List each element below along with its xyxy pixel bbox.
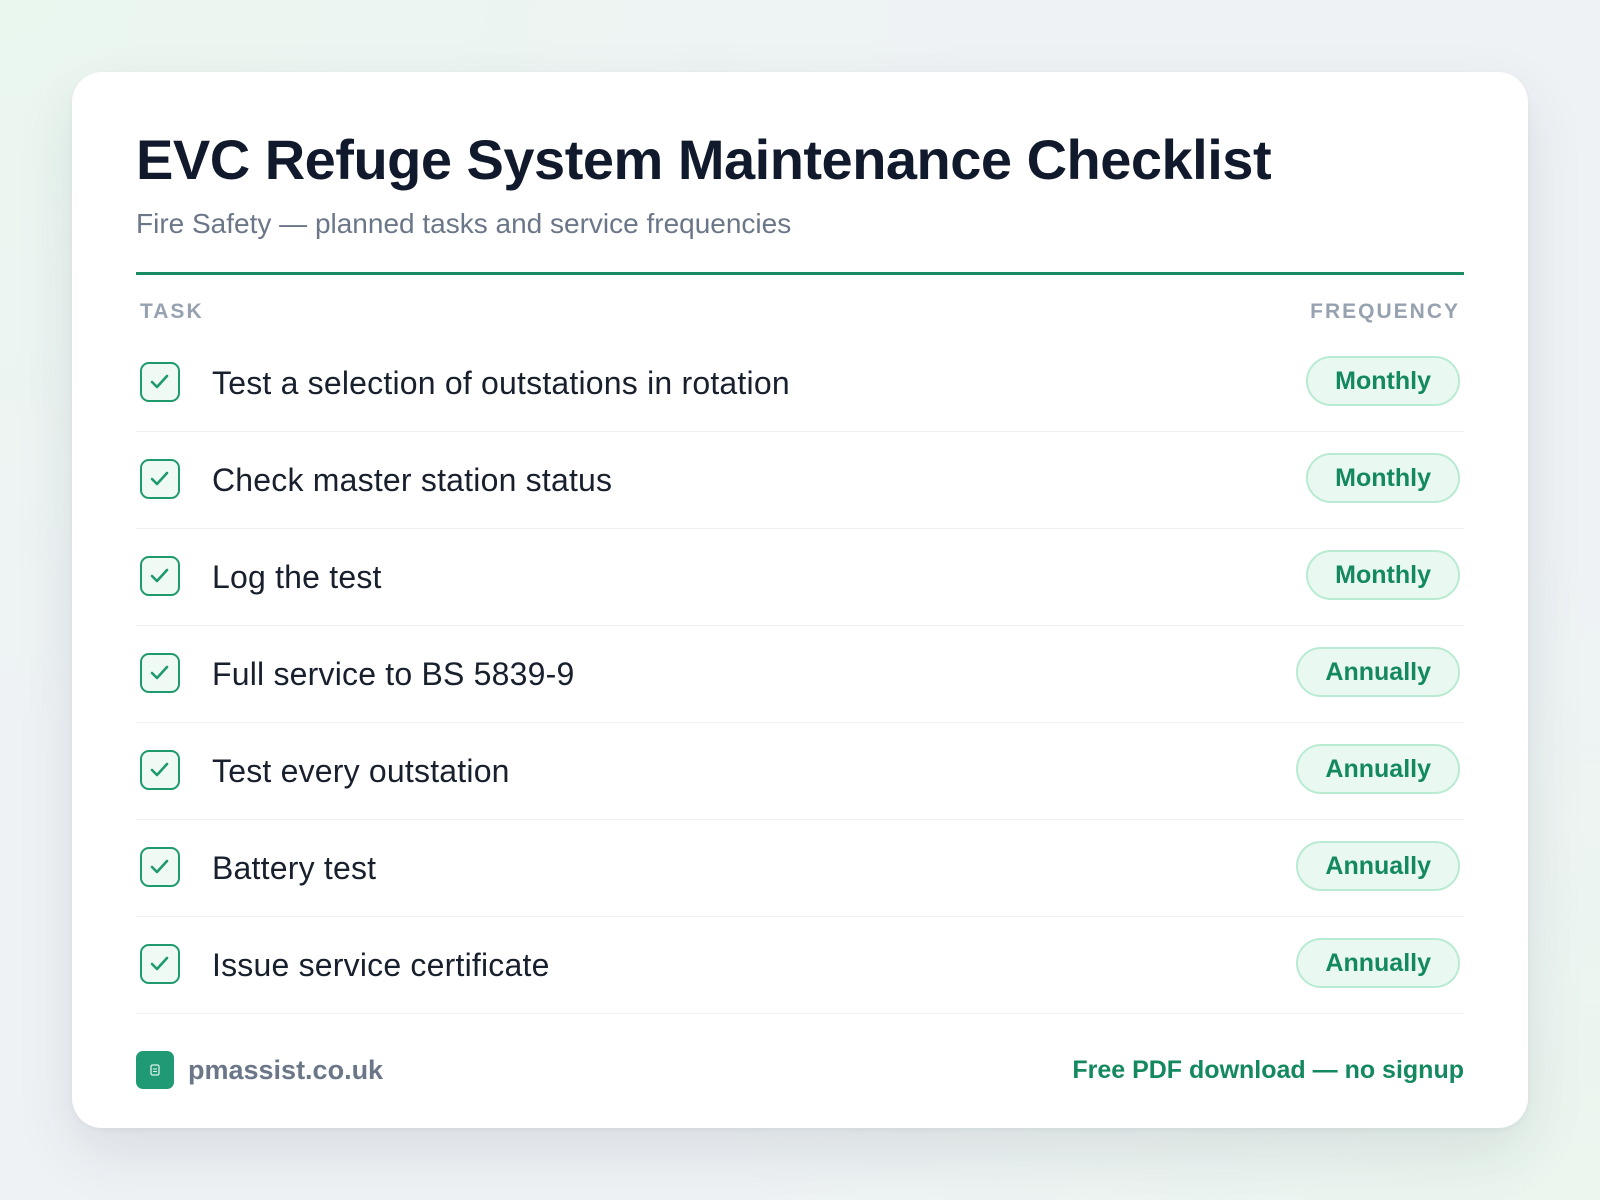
task-row: Test a selection of outstations in rotat… <box>136 335 1464 432</box>
task-label: Test every outstation <box>212 753 510 789</box>
task-list: Test a selection of outstations in rotat… <box>136 335 1464 1014</box>
page-title: EVC Refuge System Maintenance Checklist <box>136 128 1272 191</box>
frequency-badge: Annually <box>1296 841 1460 891</box>
task-label: Battery test <box>212 850 377 886</box>
header-divider <box>136 272 1464 275</box>
frequency-badge: Monthly <box>1306 550 1460 600</box>
column-header-frequency: FREQUENCY <box>1310 300 1460 323</box>
task-row: Log the test Monthly <box>136 529 1464 626</box>
task-label: Full service to BS 5839-9 <box>212 656 575 692</box>
checkbox-checked-icon[interactable] <box>140 653 180 693</box>
checkbox-checked-icon[interactable] <box>140 944 180 984</box>
checklist-card: EVC Refuge System Maintenance Checklist … <box>72 72 1528 1128</box>
column-header-task: TASK <box>140 300 204 323</box>
task-row: Battery test Annually <box>136 820 1464 917</box>
checkbox-checked-icon[interactable] <box>140 459 180 499</box>
page-subtitle: Fire Safety — planned tasks and service … <box>136 208 792 239</box>
task-row: Full service to BS 5839-9 Annually <box>136 626 1464 723</box>
document-icon <box>136 1051 174 1089</box>
frequency-badge: Monthly <box>1306 356 1460 406</box>
task-label: Test a selection of outstations in rotat… <box>212 365 790 401</box>
task-row: Check master station status Monthly <box>136 432 1464 529</box>
task-label: Issue service certificate <box>212 947 550 983</box>
frequency-badge: Annually <box>1296 744 1460 794</box>
frequency-badge: Monthly <box>1306 453 1460 503</box>
frequency-badge: Annually <box>1296 938 1460 988</box>
checkbox-checked-icon[interactable] <box>140 556 180 596</box>
task-row: Test every outstation Annually <box>136 723 1464 820</box>
task-label: Log the test <box>212 559 382 595</box>
task-label: Check master station status <box>212 462 613 498</box>
task-row: Issue service certificate Annually <box>136 917 1464 1014</box>
frequency-badge: Annually <box>1296 647 1460 697</box>
pdf-download-link[interactable]: Free PDF download — no signup <box>1072 1052 1464 1088</box>
checkbox-checked-icon[interactable] <box>140 362 180 402</box>
site-link[interactable]: pmassist.co.uk <box>188 1052 383 1088</box>
checkbox-checked-icon[interactable] <box>140 847 180 887</box>
checkbox-checked-icon[interactable] <box>140 750 180 790</box>
